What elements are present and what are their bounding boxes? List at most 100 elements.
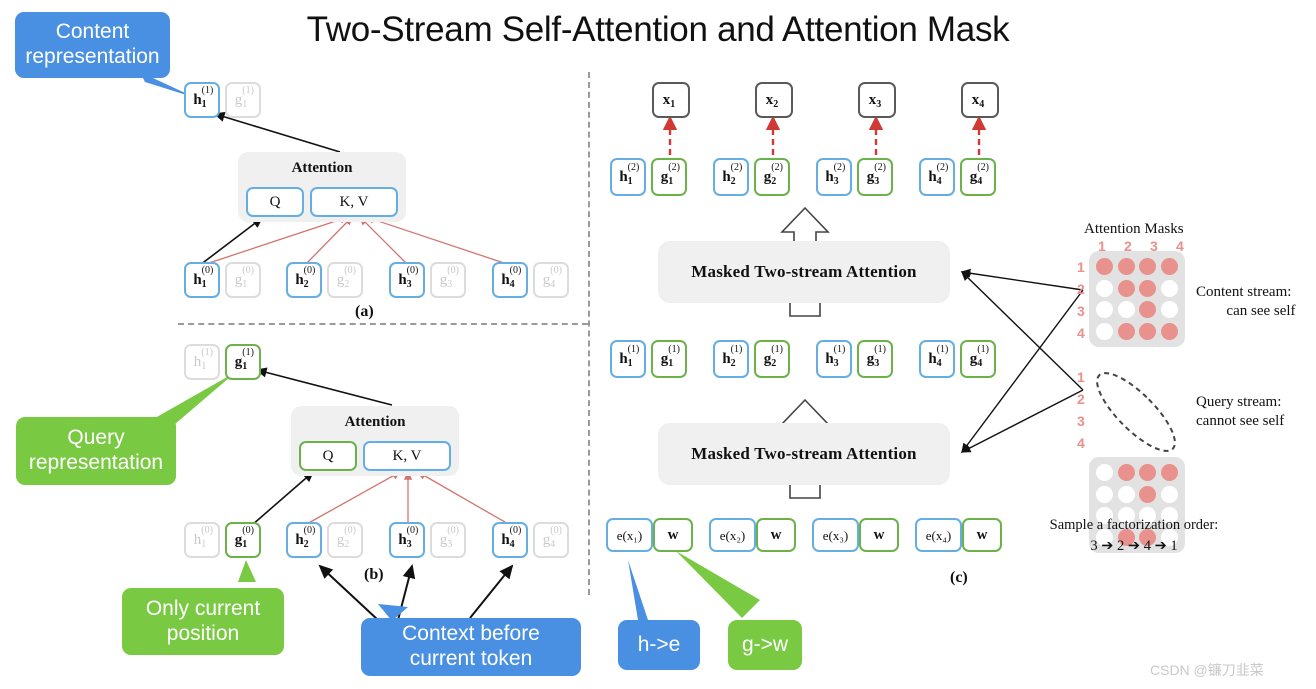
content-mask-cell-1-4 bbox=[1160, 258, 1178, 275]
q-box-b: Q bbox=[299, 441, 357, 471]
query-mask-cell-2-1 bbox=[1096, 485, 1113, 503]
cell-h1-layer2-c: h (2) 1 bbox=[610, 158, 646, 196]
callout-context-before-current-token-label: Context before current token bbox=[402, 622, 540, 670]
token-x2: x2 bbox=[755, 82, 793, 118]
cell-h4-layer0-b: h (0) 4 bbox=[492, 522, 528, 558]
query-mask-row-label-2: 2 bbox=[1077, 391, 1085, 407]
cell-g4-layer2-c: g (2) 4 bbox=[960, 158, 996, 196]
content-mask-cell-3-2 bbox=[1117, 301, 1135, 318]
cell-h4-layer0-a: h (0) 4 bbox=[492, 262, 528, 298]
content-mask-cell-2-3 bbox=[1139, 279, 1156, 297]
cell-g1-layer1-dim: g (1) 1 bbox=[225, 82, 261, 118]
content-mask-cell-2-1 bbox=[1096, 279, 1113, 297]
cell-g1-layer1-c: g (1) 1 bbox=[651, 340, 687, 378]
query-mask-row-label-4: 4 bbox=[1077, 435, 1085, 451]
callout-query-representation: Query representation bbox=[16, 417, 176, 485]
query-mask-cell-1-3 bbox=[1139, 464, 1156, 481]
query-mask-cell-1-4 bbox=[1160, 464, 1178, 481]
callout-content-representation: Content representation bbox=[15, 12, 170, 78]
cell-g2-layer0-a: g (0) 2 bbox=[327, 262, 363, 298]
query-mask-caption-line2: cannot see self bbox=[1196, 412, 1285, 429]
panel-c-letter: (c) bbox=[950, 569, 968, 586]
content-mask-cell-4-4 bbox=[1160, 322, 1178, 340]
cell-g4-layer1-c: g (1) 4 bbox=[960, 340, 996, 378]
factorization-order-line1: Sample a factorization order: bbox=[1049, 517, 1219, 533]
callout-g-to-w: g->w bbox=[728, 620, 802, 670]
q-box-a: Q bbox=[246, 187, 304, 217]
callout-h-to-e: h->e bbox=[618, 620, 700, 670]
content-mask-cell-1-3 bbox=[1139, 258, 1156, 275]
embedding-w-2: w bbox=[756, 518, 796, 552]
cell-h4-layer2-c: h (2) 4 bbox=[919, 158, 955, 196]
cell-h2-layer1-c: h (1) 2 bbox=[713, 340, 749, 378]
content-mask-caption: Content stream: can see self bbox=[1196, 283, 1316, 321]
factorization-order-line2: 3 ➔ 2 ➔ 4 ➔ 1 bbox=[1090, 538, 1178, 555]
cell-g1-layer0-a: g (0) 1 bbox=[225, 262, 261, 298]
callout-query-representation-label: Query representation bbox=[28, 426, 164, 474]
cell-g1-layer0-b: g (0) 1 bbox=[225, 522, 261, 558]
content-mask-cell-4-3 bbox=[1139, 322, 1156, 340]
query-mask-row-label-3: 3 bbox=[1077, 413, 1085, 429]
cell-h1-layer0-b: h (0) 1 bbox=[184, 522, 220, 558]
content-mask-row-label-1: 1 bbox=[1077, 259, 1085, 275]
token-x1: x1 bbox=[652, 82, 690, 118]
query-mask-row-label-1: 1 bbox=[1077, 369, 1085, 385]
page-title: Two-Stream Self-Attention and Attention … bbox=[306, 10, 1010, 49]
content-mask-caption-line1: Content stream: bbox=[1196, 284, 1292, 300]
content-mask-cell-1-2 bbox=[1117, 258, 1135, 275]
cell-h2-layer2-c: h (2) 2 bbox=[713, 158, 749, 196]
query-mask-caption: Query stream: cannot see self bbox=[1196, 393, 1316, 431]
query-mask-cell-2-2 bbox=[1117, 485, 1135, 503]
cell-h4-layer1-c: h (1) 4 bbox=[919, 340, 955, 378]
cell-h3-layer0-b: h (0) 3 bbox=[389, 522, 425, 558]
token-x4: x4 bbox=[961, 82, 999, 118]
content-mask-cell-2-4 bbox=[1160, 279, 1178, 297]
vertical-divider bbox=[588, 72, 590, 595]
query-mask-cell-2-4 bbox=[1160, 485, 1178, 503]
cell-g3-layer1-c: g (1) 3 bbox=[857, 340, 893, 378]
embedding-e-x4: e(x₄) bbox=[915, 518, 962, 552]
cell-g4-layer0-b: g (0) 4 bbox=[533, 522, 569, 558]
token-x3: x3 bbox=[858, 82, 896, 118]
cell-h1-layer1-b: h (1) 1 bbox=[184, 344, 220, 380]
horizontal-divider bbox=[178, 323, 588, 325]
query-mask-caption-line1: Query stream: bbox=[1196, 394, 1282, 410]
cell-h3-layer2-c: h (2) 3 bbox=[816, 158, 852, 196]
callout-h-to-e-label: h->e bbox=[637, 632, 681, 656]
query-mask-cell-2-3 bbox=[1139, 485, 1156, 503]
cell-g2-layer0-b: g (0) 2 bbox=[327, 522, 363, 558]
cell-h1-layer1-c: h (1) 1 bbox=[610, 340, 646, 378]
panel-b-letter: (b) bbox=[364, 566, 384, 583]
cell-h1-layer1: h (1) 1 bbox=[184, 82, 220, 118]
embedding-e-x1: e(x₁) bbox=[606, 518, 653, 552]
query-mask-cell-1-2 bbox=[1117, 464, 1135, 481]
embedding-w-3: w bbox=[859, 518, 899, 552]
content-mask-cell-4-2 bbox=[1117, 322, 1135, 340]
cell-g3-layer0-a: g (0) 3 bbox=[430, 262, 466, 298]
embedding-e-x3: e(x₃) bbox=[812, 518, 859, 552]
content-mask-row-label-2: 2 bbox=[1077, 281, 1085, 297]
callout-content-representation-label: Content representation bbox=[25, 20, 160, 68]
masks-title: Attention Masks bbox=[1084, 221, 1184, 237]
content-mask-cell-3-1 bbox=[1096, 301, 1113, 318]
cell-symbol: h (1) 1 bbox=[193, 84, 214, 110]
cell-g1-layer2-c: g (2) 1 bbox=[651, 158, 687, 196]
content-mask-grid bbox=[1089, 251, 1185, 347]
cell-symbol: g (1) 1 bbox=[234, 84, 254, 110]
attention-label-a: Attention bbox=[291, 160, 353, 176]
cell-g2-layer1-c: g (1) 2 bbox=[754, 340, 790, 378]
cell-g1-layer1-b: g (1) 1 bbox=[225, 344, 261, 380]
cell-h3-layer0-a: h (0) 3 bbox=[389, 262, 425, 298]
masked-attention-block-upper: Masked Two-stream Attention bbox=[658, 241, 950, 303]
attention-label-b: Attention bbox=[344, 414, 406, 430]
content-mask-cell-3-3 bbox=[1139, 301, 1156, 318]
content-mask-cell-1-1 bbox=[1096, 258, 1113, 275]
cell-g4-layer0-a: g (0) 4 bbox=[533, 262, 569, 298]
content-mask-row-label-3: 3 bbox=[1077, 303, 1085, 319]
watermark: CSDN @镰刀韭菜 bbox=[1150, 662, 1264, 678]
panel-a-letter: (a) bbox=[355, 303, 374, 320]
kv-box-b: K, V bbox=[363, 441, 451, 471]
embedding-w-1: w bbox=[653, 518, 693, 552]
embedding-e-x2: e(x₂) bbox=[709, 518, 756, 552]
content-mask-cell-3-4 bbox=[1160, 301, 1178, 318]
